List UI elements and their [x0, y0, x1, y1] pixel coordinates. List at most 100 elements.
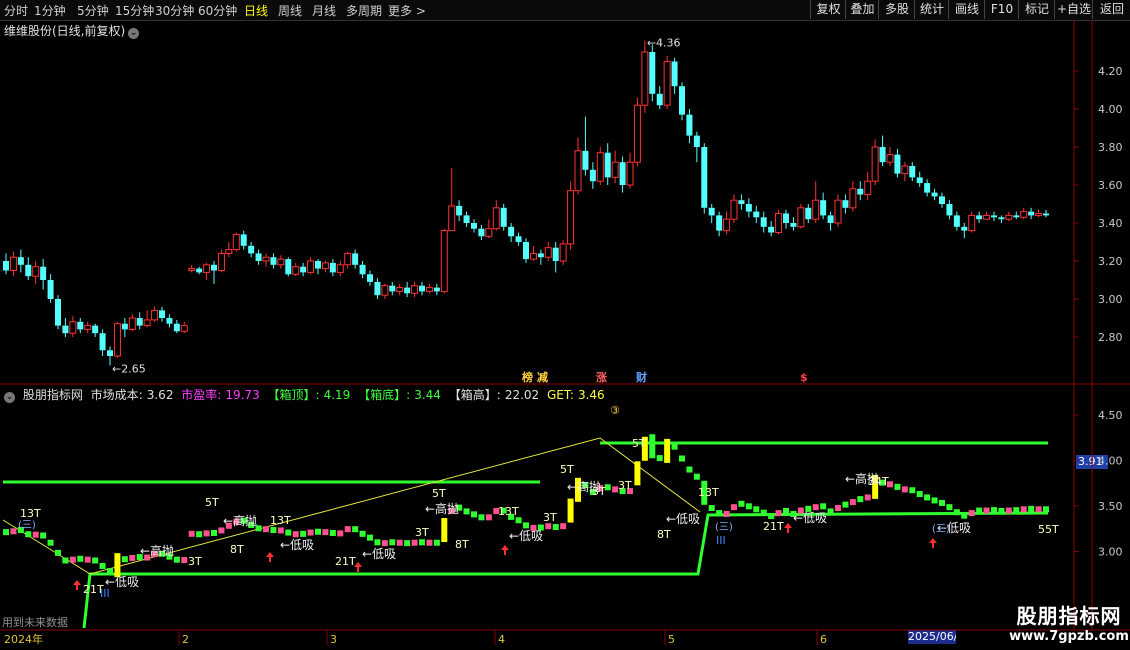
wave-label: (三) [932, 524, 950, 535]
indicator-bar [292, 531, 299, 538]
indicator-bar [25, 531, 32, 538]
candle-body-up [292, 266, 300, 275]
candle-body-up [128, 317, 136, 330]
buy-signal: ←低吸 [793, 511, 827, 525]
candle-body-down [753, 211, 760, 218]
candle-body-down [456, 205, 463, 216]
indicator-bar [3, 529, 9, 536]
indicator-axis-label: 4.00 [1098, 455, 1123, 468]
month-label: 6 [820, 633, 827, 646]
candle-body-up [901, 165, 909, 175]
indicator-bar [738, 500, 745, 507]
candle-body-down [604, 152, 611, 178]
indicator-bar [107, 568, 113, 575]
candle-body-down [946, 204, 953, 216]
indicator-bar [270, 527, 277, 534]
month-label: 4 [498, 633, 505, 646]
buy-signal: ←低吸 [105, 575, 139, 589]
indicator-bar [708, 505, 715, 512]
indicator-bar [471, 511, 477, 518]
candle-body-down [25, 264, 32, 277]
watermark-title: 股朋指标网 [1016, 604, 1122, 628]
indicator-bar [411, 539, 418, 546]
indicator-bar [857, 496, 864, 503]
buy-arrow-icon [501, 545, 509, 555]
buy-arrow-icon [73, 580, 81, 590]
buy-signal: ←低吸 [280, 538, 314, 552]
sell-signal: ←高抛 [223, 513, 257, 528]
candle-body-up [633, 104, 641, 163]
sell-signal: ←高抛 [567, 479, 601, 494]
indicator-bar [396, 539, 403, 546]
sell-signal: ←高抛 [845, 471, 879, 486]
candle-body-down [173, 323, 180, 332]
t-label: 3T [618, 479, 632, 492]
candle-body-down [805, 207, 812, 220]
indicator-bar [352, 526, 359, 533]
indicator-bar [968, 510, 975, 517]
candle-body-down [196, 268, 203, 273]
candle-body-down [582, 150, 589, 170]
indicator-bar [1005, 507, 1012, 514]
indicator-bar [129, 554, 136, 561]
kline-chart[interactable]: 4.20 4.00 3.80 3.60 3.40 3.20 3.00 2.80 ←4.36 ←2.… [0, 0, 1130, 650]
indicator-bar [463, 508, 470, 515]
candle-body-up [188, 268, 196, 272]
candle-body-up [723, 218, 731, 232]
indicator-bar [218, 527, 225, 534]
indicator-bar [849, 499, 856, 506]
indicator-bar [693, 473, 700, 480]
candle-body-down [523, 242, 529, 260]
indicator-bar [315, 528, 321, 535]
indicator-bar [485, 514, 492, 521]
candle-body-down [894, 154, 901, 174]
candle-body-down [701, 147, 708, 208]
indicator-bar [478, 514, 485, 521]
indicator-bar [441, 518, 448, 543]
candle-body-up [321, 262, 329, 270]
indicator-bar [552, 524, 559, 531]
candle-body-down [240, 234, 247, 246]
wave-label: (三) [18, 520, 36, 531]
candle-body-down [121, 323, 128, 330]
price-axis-label: 3.20 [1098, 255, 1123, 268]
price-axis-label: 4.00 [1098, 103, 1123, 116]
indicator-bar [337, 530, 344, 537]
indicator-bar [671, 443, 678, 450]
candle-body-down [136, 318, 143, 326]
indicator-bar [47, 539, 54, 546]
candle-body-down [62, 325, 69, 334]
indicator-bar [203, 530, 210, 537]
t-label: 3T [543, 511, 557, 524]
candle-body-up [886, 154, 894, 163]
indicator-bar [173, 556, 180, 563]
watermark: 股朋指标网 www.7gpzb.com [1008, 600, 1130, 650]
candle-body-down [619, 162, 626, 185]
indicator-bar [976, 507, 983, 514]
candle-body-down [552, 247, 559, 261]
candle-body-down [693, 135, 700, 147]
buy-signal: ←低吸 [666, 512, 700, 526]
candle-body-up [544, 247, 552, 258]
candle-body-up [307, 260, 315, 273]
candle-body-up [344, 252, 352, 266]
indicator-bar [99, 562, 106, 569]
indicator-bar [939, 499, 945, 506]
indicator-bar [656, 455, 663, 462]
candle-body-down [55, 299, 61, 326]
candle-body-down [649, 52, 656, 94]
month-label: 5 [668, 633, 675, 646]
month-label: 2 [182, 633, 189, 646]
indicator-bar [961, 512, 968, 519]
low-price-label: ←2.65 [112, 363, 146, 376]
indicator-bar [753, 506, 760, 513]
buy-arrow-icon [266, 552, 274, 562]
t-label: 5T [205, 496, 219, 509]
candle-body-down [671, 61, 678, 87]
event-marker: 榜 [522, 370, 533, 384]
indicator-bar [760, 509, 767, 516]
candle-body-down [931, 192, 938, 197]
indicator-bar [263, 526, 269, 533]
candle-body-down [329, 262, 336, 273]
candle-body-down [300, 266, 307, 273]
